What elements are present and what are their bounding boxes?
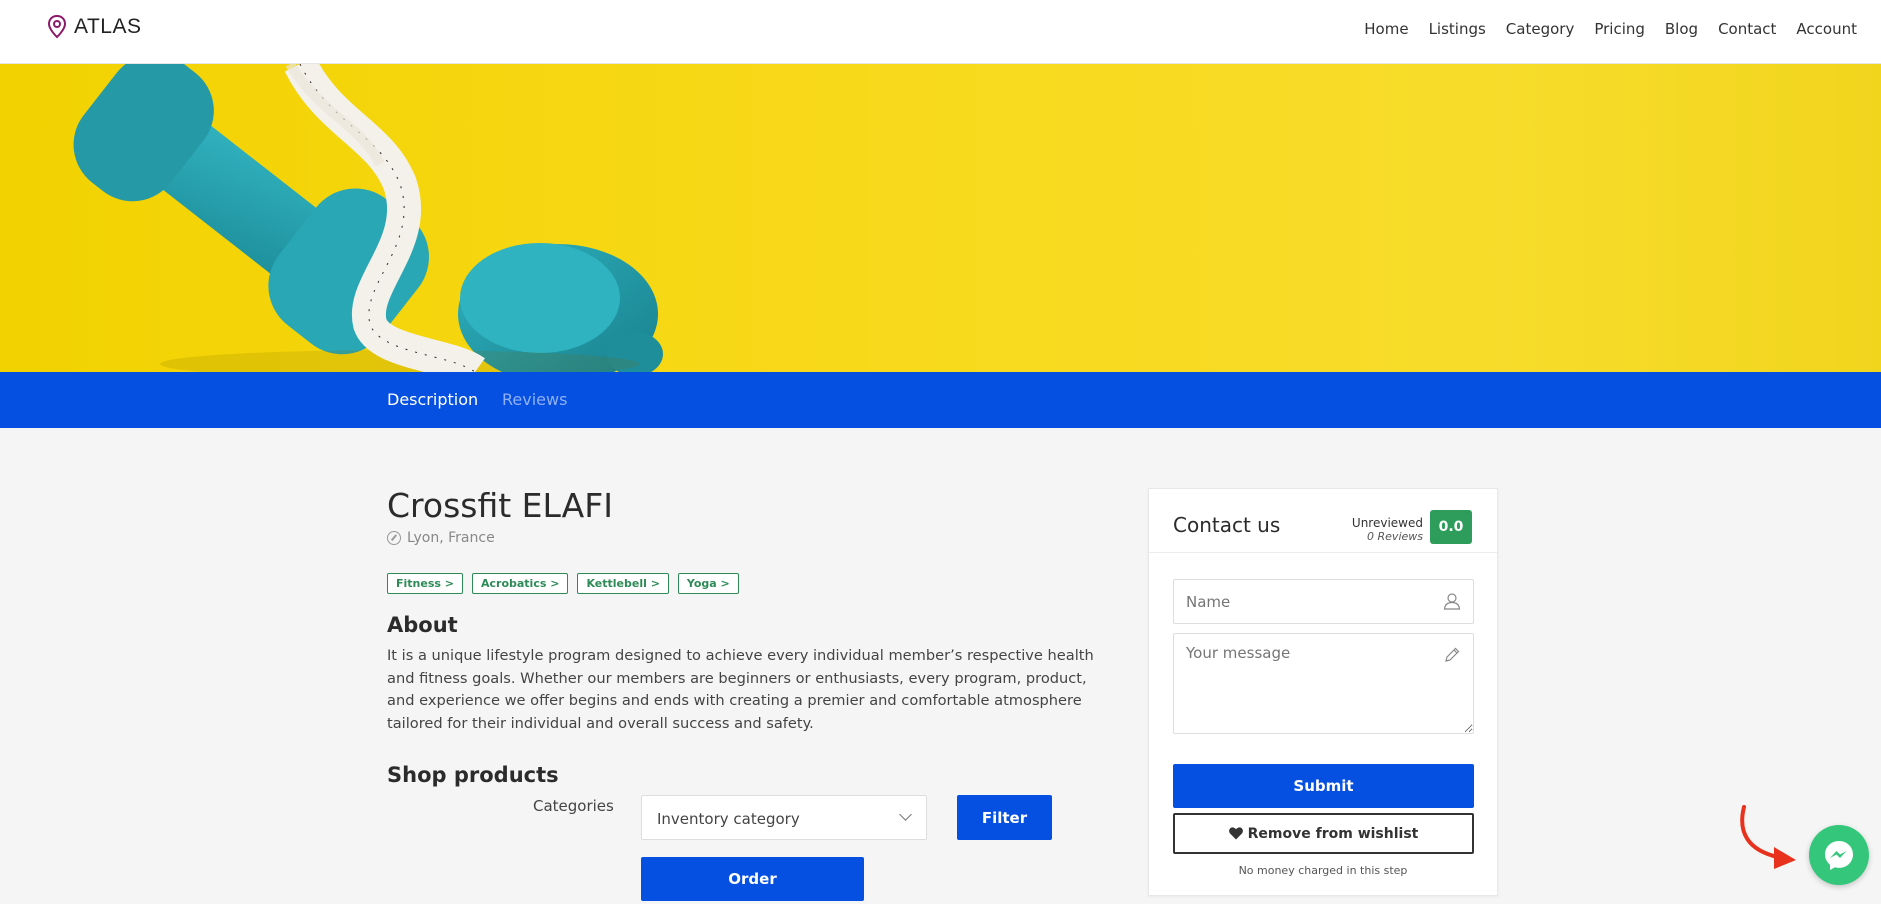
listing-tabbar: Description Reviews: [0, 372, 1881, 428]
contact-card: Contact us Unreviewed 0 Reviews 0.0 Subm…: [1148, 488, 1498, 896]
about-heading: About: [387, 613, 458, 637]
chevron-down-icon: [899, 808, 912, 821]
curved-arrow-icon: [1740, 805, 1796, 869]
category-tags: Fitness > Acrobatics > Kettlebell > Yoga…: [387, 573, 739, 594]
compass-icon: [387, 531, 401, 545]
messenger-icon: [1825, 841, 1853, 870]
order-button[interactable]: Order: [641, 857, 864, 901]
top-navbar: ATLAS Home Listings Category Pricing Blo…: [0, 0, 1881, 64]
review-status: Unreviewed: [1351, 516, 1423, 530]
hero-image: [0, 64, 1881, 372]
nav-contact[interactable]: Contact: [1718, 20, 1776, 38]
heart-icon: [1228, 827, 1243, 840]
remove-wishlist-button[interactable]: Remove from wishlist: [1173, 813, 1474, 854]
payment-note: No money charged in this step: [1238, 864, 1408, 877]
submit-button[interactable]: Submit: [1173, 764, 1474, 808]
category-select-value: Inventory category: [657, 810, 800, 828]
brand-logo[interactable]: ATLAS: [46, 14, 141, 40]
nav-pricing[interactable]: Pricing: [1594, 20, 1645, 38]
categories-label: Categories: [533, 797, 614, 815]
shop-heading: Shop products: [387, 763, 559, 787]
filter-button[interactable]: Filter: [957, 795, 1052, 840]
messenger-chat-button[interactable]: [1809, 825, 1869, 885]
listing-location: Lyon, France: [387, 530, 495, 546]
tag-fitness[interactable]: Fitness >: [387, 573, 463, 594]
contact-card-header: Contact us Unreviewed 0 Reviews 0.0: [1149, 489, 1497, 553]
location-text: Lyon, France: [407, 530, 495, 546]
review-summary: Unreviewed 0 Reviews: [1352, 516, 1423, 543]
pencil-icon: [1445, 647, 1460, 662]
tag-yoga[interactable]: Yoga >: [677, 573, 739, 594]
review-count: 0 Reviews: [1367, 530, 1423, 543]
wishlist-label: Remove from wishlist: [1247, 825, 1419, 842]
message-input[interactable]: [1173, 633, 1474, 734]
tab-reviews[interactable]: Reviews: [502, 390, 567, 409]
brand-name: ATLAS: [74, 15, 142, 38]
user-icon: [1443, 593, 1461, 610]
rating-score-badge: 0.0: [1430, 510, 1472, 544]
contact-title: Contact us: [1173, 513, 1281, 537]
about-text: It is a unique lifestyle program designe…: [387, 647, 1094, 732]
main-nav: Home Listings Category Pricing Blog Cont…: [1364, 20, 1857, 38]
tag-kettlebell[interactable]: Kettlebell >: [577, 573, 669, 594]
nav-home[interactable]: Home: [1364, 20, 1408, 38]
nav-account[interactable]: Account: [1796, 20, 1857, 38]
category-select[interactable]: Inventory category: [641, 795, 927, 840]
dumbbells-illustration: [73, 64, 663, 372]
nav-listings[interactable]: Listings: [1429, 20, 1486, 38]
nav-category[interactable]: Category: [1506, 20, 1575, 38]
tag-acrobatics[interactable]: Acrobatics >: [471, 573, 569, 594]
listing-title: Crossfit ELAFI: [387, 486, 613, 525]
name-input[interactable]: [1173, 579, 1474, 624]
map-pin-icon: [47, 14, 67, 39]
tab-description[interactable]: Description: [387, 390, 478, 409]
nav-blog[interactable]: Blog: [1665, 20, 1698, 38]
